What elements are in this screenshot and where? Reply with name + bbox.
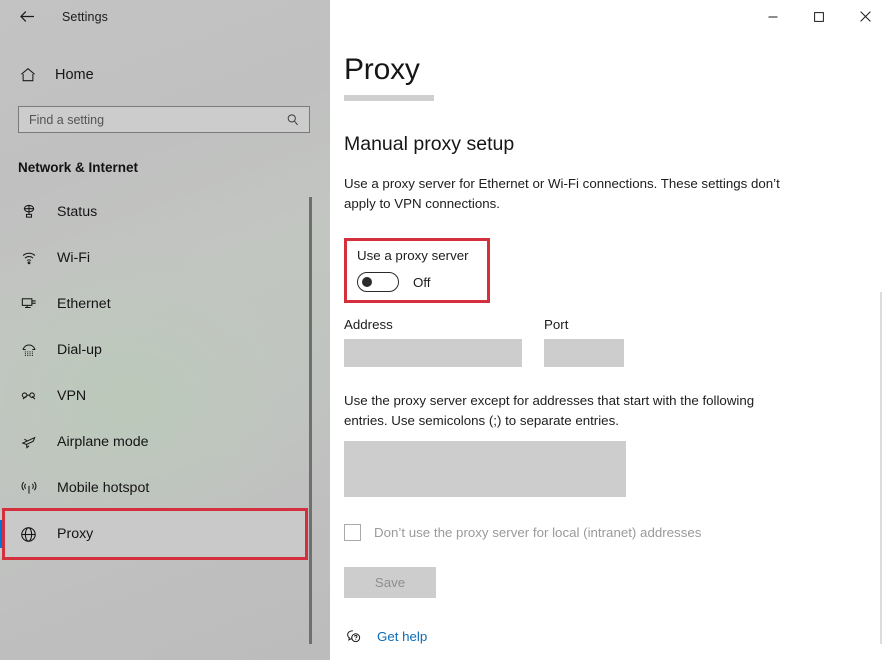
home-icon <box>18 65 38 85</box>
close-button[interactable] <box>842 0 888 33</box>
exceptions-textarea[interactable] <box>344 441 626 497</box>
address-port-row: Address Port <box>344 317 888 367</box>
vpn-icon <box>18 386 39 407</box>
sidebar-item-proxy[interactable]: Proxy <box>0 511 306 557</box>
sidebar-item-airplane-mode[interactable]: Airplane mode <box>0 419 330 465</box>
port-label: Port <box>544 317 569 332</box>
airplane-icon <box>18 432 39 453</box>
sidebar-item-status[interactable]: Status <box>0 189 330 235</box>
sidebar-scrollbar[interactable] <box>309 197 312 644</box>
sidebar-item-label: Home <box>55 67 94 83</box>
sidebar-item-label: VPN <box>57 388 87 404</box>
sidebar-item-home[interactable]: Home <box>0 58 330 92</box>
address-field-group: Address <box>344 317 544 367</box>
page-title: Proxy <box>344 53 420 86</box>
address-label: Address <box>344 317 393 332</box>
sidebar-nav: Status Wi-Fi Ethernet Dial-up VPN Airpla… <box>0 189 330 557</box>
exceptions-description: Use the proxy server except for addresse… <box>344 393 755 428</box>
search-box[interactable] <box>18 106 310 133</box>
use-proxy-server-label: Use a proxy server <box>357 248 469 263</box>
sidebar-item-dialup[interactable]: Dial-up <box>0 327 330 373</box>
dialup-icon <box>18 340 39 361</box>
port-field-group: Port <box>544 317 654 367</box>
get-help-row[interactable]: Get help <box>344 627 427 646</box>
sidebar-item-label: Ethernet <box>57 296 111 312</box>
status-icon <box>18 202 39 223</box>
get-help-link[interactable]: Get help <box>377 629 427 644</box>
sidebar-section-title: Network & Internet <box>18 160 139 175</box>
sidebar-item-vpn[interactable]: VPN <box>0 373 330 419</box>
back-arrow-icon[interactable] <box>16 6 38 28</box>
wifi-icon <box>18 248 39 269</box>
settings-window: Settings Home Network & Internet <box>0 0 888 660</box>
maximize-button[interactable] <box>796 0 842 33</box>
sidebar-item-mobile-hotspot[interactable]: Mobile hotspot <box>0 465 330 511</box>
description-text: Use a proxy server for Ethernet or Wi-Fi… <box>344 176 780 211</box>
port-input[interactable] <box>544 339 624 367</box>
sidebar-item-label: Status <box>57 204 98 220</box>
bypass-local-row[interactable]: Don’t use the proxy server for local (in… <box>344 524 888 541</box>
section-heading: Manual proxy setup <box>344 133 515 155</box>
toggle-knob <box>362 277 372 287</box>
help-bubble-icon <box>344 627 363 646</box>
ethernet-icon <box>18 294 39 315</box>
main-scrollbar[interactable] <box>880 292 882 644</box>
globe-icon <box>18 524 39 545</box>
sidebar: Settings Home Network & Internet <box>0 0 330 660</box>
app-title: Settings <box>62 9 108 24</box>
minimize-button[interactable] <box>750 0 796 33</box>
title-bar: Settings <box>0 0 330 33</box>
window-controls <box>750 0 888 33</box>
hotspot-icon <box>18 478 39 499</box>
search-icon[interactable] <box>285 112 301 128</box>
title-underline <box>344 95 434 101</box>
toggle-state-label: Off <box>413 274 431 290</box>
use-proxy-server-group: Use a proxy server Off <box>344 238 490 303</box>
sidebar-item-label: Wi-Fi <box>57 250 91 266</box>
sidebar-item-wifi[interactable]: Wi-Fi <box>0 235 330 281</box>
address-input[interactable] <box>344 339 522 367</box>
bypass-local-checkbox[interactable] <box>344 524 361 541</box>
sidebar-item-label: Proxy <box>57 526 94 542</box>
sidebar-item-label: Airplane mode <box>57 434 149 450</box>
search-input[interactable] <box>29 107 285 132</box>
use-proxy-server-toggle[interactable] <box>357 272 399 292</box>
use-proxy-server-toggle-row: Off <box>357 272 487 292</box>
bypass-local-label: Don’t use the proxy server for local (in… <box>374 525 702 540</box>
save-button[interactable]: Save <box>344 567 436 598</box>
main-content: Proxy Manual proxy setup Use a proxy ser… <box>330 0 888 660</box>
sidebar-item-label: Mobile hotspot <box>57 480 150 496</box>
sidebar-item-label: Dial-up <box>57 342 102 358</box>
sidebar-item-ethernet[interactable]: Ethernet <box>0 281 330 327</box>
